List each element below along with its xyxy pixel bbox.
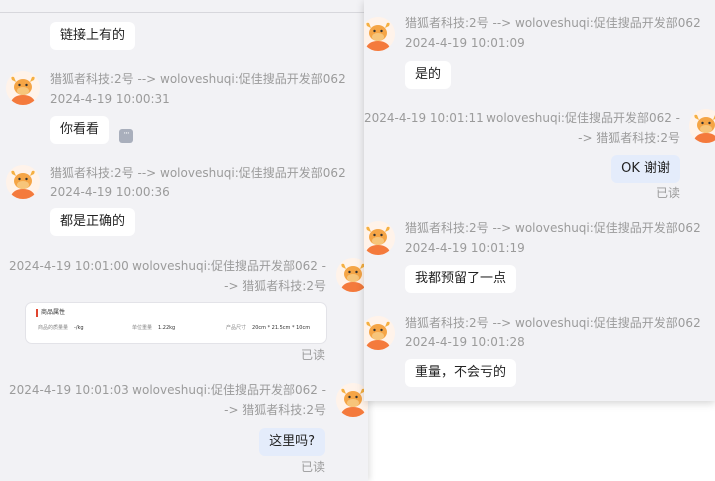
message-sender: 猎狐者科技:2号 --> woloveshuqi:促佳搜品开发部062 bbox=[50, 72, 346, 86]
chat-panel-left[interactable]: 链接上有的 猎狐者科技:2号 --> woloveshuqi:促佳搜品开发部06… bbox=[0, 0, 368, 481]
message-sender: 猎狐者科技:2号 --> woloveshuqi:促佳搜品开发部062 bbox=[405, 221, 701, 235]
message-bubble: 你看看 bbox=[50, 116, 110, 144]
more-options-icon[interactable]: ··· bbox=[119, 129, 133, 143]
message-time: 2024-4-19 10:01:28 bbox=[405, 335, 525, 349]
message-time: 2024-4-19 10:01:00 bbox=[9, 259, 129, 273]
bull-mascot-icon[interactable] bbox=[6, 71, 40, 105]
card-field: 商品的质量量 -/kg bbox=[38, 325, 84, 331]
message-bubble: 都是正确的 bbox=[50, 208, 136, 236]
message-bubble: 链接上有的 bbox=[50, 22, 136, 50]
message-sender-cont: -> 猎狐者科技:2号 bbox=[224, 279, 326, 293]
read-status: 已读 bbox=[300, 460, 325, 474]
card-field: 单位重量 1.22kg bbox=[132, 325, 176, 331]
message-time: 2024-4-19 10:00:36 bbox=[50, 185, 170, 199]
message-time: 2024-4-19 10:01:19 bbox=[405, 241, 525, 255]
message-sender: 猎狐者科技:2号 --> woloveshuqi:促佳搜品开发部062 bbox=[405, 316, 701, 330]
bull-mascot-icon[interactable] bbox=[364, 316, 395, 350]
card-title: 商品属性 bbox=[36, 309, 65, 317]
message-sender: 猎狐者科技:2号 --> woloveshuqi:促佳搜品开发部062 bbox=[50, 166, 346, 180]
message-bubble-mine: OK 谢谢 bbox=[611, 155, 680, 183]
chat-panel-right[interactable]: 猎狐者科技:2号 --> woloveshuqi:促佳搜品开发部062 2024… bbox=[364, 0, 715, 401]
message-time: 2024-4-19 10:00:31 bbox=[50, 92, 170, 106]
message-sender: woloveshuqi:促佳搜品开发部062 - bbox=[132, 259, 326, 273]
read-status: 已读 bbox=[655, 186, 680, 200]
card-field: 产品尺寸 20cm * 21.5cm * 10cm bbox=[226, 325, 311, 331]
message-sender: woloveshuqi:促佳搜品开发部062 - bbox=[486, 111, 680, 125]
message-sender: woloveshuqi:促佳搜品开发部062 - bbox=[132, 383, 326, 397]
message-bubble: 是的 bbox=[405, 61, 452, 89]
message-sender: 猎狐者科技:2号 --> woloveshuqi:促佳搜品开发部062 bbox=[405, 16, 701, 30]
message-bubble-mine: 这里吗? bbox=[259, 428, 325, 456]
message-time: 2024-4-19 10:01:11 bbox=[364, 111, 484, 125]
read-status: 已读 bbox=[300, 348, 325, 362]
bull-mascot-icon[interactable] bbox=[364, 17, 395, 51]
message-sender-cont: -> 猎狐者科技:2号 bbox=[578, 131, 680, 145]
message-sender-cont: -> 猎狐者科技:2号 bbox=[224, 403, 326, 417]
product-card[interactable]: 商品属性 商品的质量量 -/kg 单位重量 1.22kg 产品尺寸 20cm * 21… bbox=[26, 303, 326, 343]
message-time: 2024-4-19 10:01:09 bbox=[405, 36, 525, 50]
bull-mascot-icon[interactable] bbox=[6, 165, 40, 199]
bull-mascot-icon[interactable] bbox=[689, 109, 715, 143]
message-bubble: 重量，不会亏的 bbox=[405, 359, 517, 387]
message-bubble: 我都预留了一点 bbox=[405, 265, 517, 293]
message-time: 2024-4-19 10:01:03 bbox=[9, 383, 129, 397]
divider bbox=[0, 12, 368, 13]
bull-mascot-icon[interactable] bbox=[364, 221, 395, 255]
